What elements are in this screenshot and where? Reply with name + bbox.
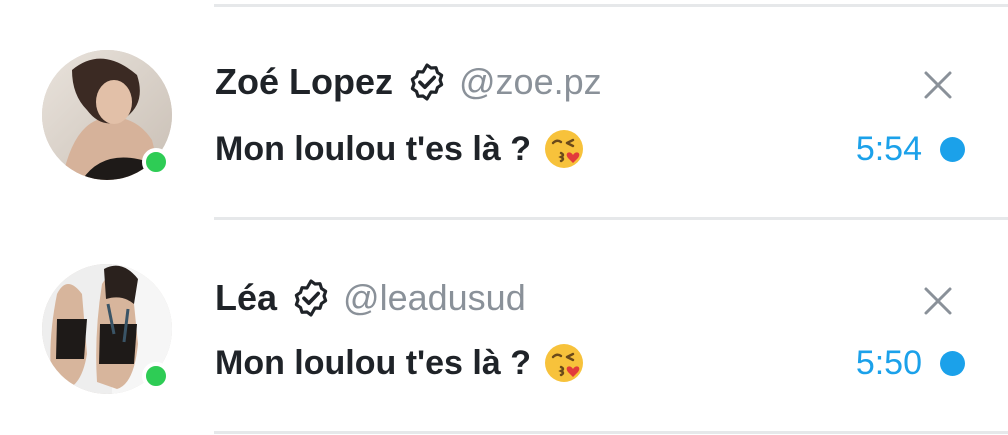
avatar[interactable]	[42, 264, 172, 394]
verified-badge-icon	[294, 279, 328, 317]
message-preview: Mon loulou t'es là ?	[215, 124, 585, 174]
message-timestamp: 5:54	[855, 130, 922, 168]
name-line: Léa @leadusud	[215, 273, 526, 323]
close-icon[interactable]	[922, 69, 954, 101]
conversation-row[interactable]: Léa @leadusud Mon loulou t'es là ? 5:50	[0, 220, 1008, 432]
conversation-list: Zoé Lopez @zoe.pz Mon loulou t'es là ? 5…	[0, 0, 1008, 435]
contact-handle: @zoe.pz	[459, 61, 602, 102]
online-status-indicator	[142, 148, 170, 176]
message-text: Mon loulou t'es là ?	[215, 343, 531, 382]
close-icon[interactable]	[922, 285, 954, 317]
contact-handle: @leadusud	[343, 277, 526, 318]
conversation-row[interactable]: Zoé Lopez @zoe.pz Mon loulou t'es là ? 5…	[0, 7, 1008, 219]
verified-badge-icon	[410, 63, 444, 101]
divider	[214, 431, 1008, 434]
unread-indicator	[940, 351, 965, 376]
online-status-indicator	[142, 362, 170, 390]
message-text: Mon loulou t'es là ?	[215, 129, 531, 168]
kissing-face-with-heart-emoji	[544, 344, 583, 382]
unread-indicator	[940, 137, 965, 162]
contact-name[interactable]: Léa	[215, 277, 277, 319]
message-timestamp: 5:50	[855, 344, 922, 382]
message-preview: Mon loulou t'es là ?	[215, 338, 585, 388]
contact-name[interactable]: Zoé Lopez	[215, 61, 393, 103]
kissing-face-with-heart-emoji	[544, 130, 583, 168]
name-line: Zoé Lopez @zoe.pz	[215, 57, 602, 107]
avatar[interactable]	[42, 50, 172, 180]
